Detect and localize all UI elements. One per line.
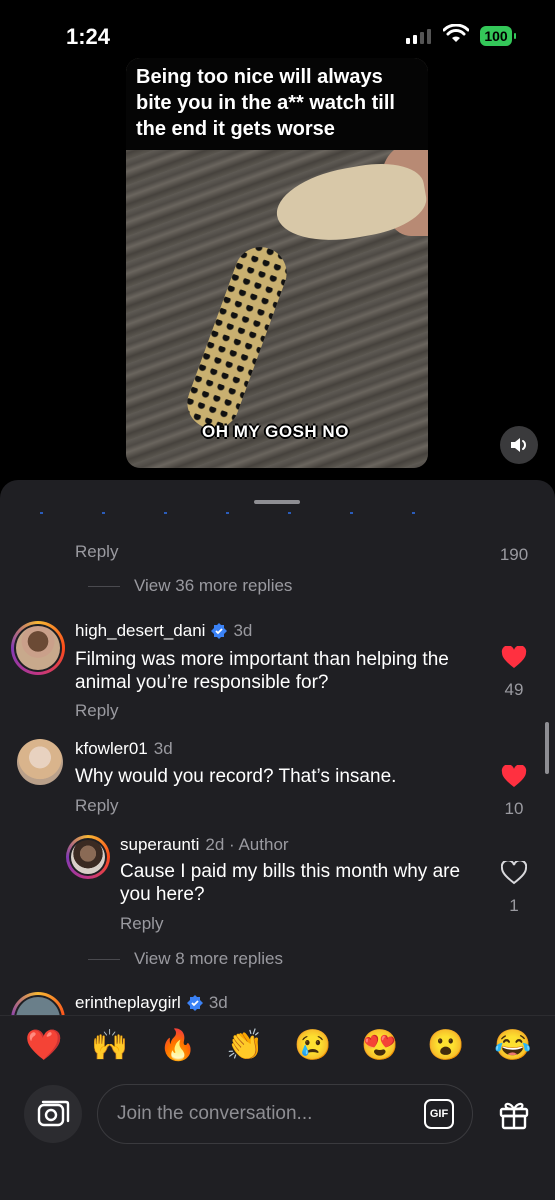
cellular-signal-icon xyxy=(406,29,431,44)
emoji-raised-hands-button[interactable]: 🙌 xyxy=(91,1028,128,1064)
emoji-quick-bar xyxy=(0,1015,555,1078)
avatar-image xyxy=(71,840,105,874)
comment-author[interactable]: high_desert_dani 3d xyxy=(75,621,252,641)
like-count: 190 xyxy=(499,545,529,564)
avatar-image xyxy=(16,626,60,670)
video-bottom-caption: OH MY GOSH NO xyxy=(202,422,349,441)
username: kfowler01 xyxy=(75,739,148,758)
reply-button[interactable]: Reply xyxy=(75,542,118,562)
like-count: 1 xyxy=(509,896,519,915)
comment-timestamp: 3d xyxy=(208,993,228,1012)
reply-button[interactable]: Reply xyxy=(75,796,118,816)
camera-icon xyxy=(37,1100,70,1127)
avatar[interactable] xyxy=(66,835,110,879)
like-count: 10 xyxy=(504,799,524,818)
comment-text: Filming was more important than helping … xyxy=(75,649,449,693)
view-more-replies-button[interactable]: View 36 more replies xyxy=(88,576,292,596)
reply-button[interactable]: Reply xyxy=(75,701,118,721)
verified-badge-icon xyxy=(211,623,228,639)
emoji-crying-button[interactable]: 😢 xyxy=(294,1028,331,1064)
verified-badge-icon xyxy=(186,995,203,1011)
battery-indicator: 100 xyxy=(480,26,516,46)
emoji-heart-button[interactable]: ❤️ xyxy=(25,1028,62,1064)
wifi-icon xyxy=(443,24,469,42)
divider xyxy=(88,958,120,960)
scrollbar[interactable] xyxy=(545,722,549,774)
gift-icon[interactable] xyxy=(498,1098,530,1130)
sheet-drag-handle[interactable] xyxy=(254,500,300,504)
camera-button[interactable] xyxy=(24,1085,82,1143)
heart-filled-icon[interactable] xyxy=(501,765,527,789)
comment-text: Why would you record? That’s insane. xyxy=(75,766,397,787)
avatar[interactable] xyxy=(11,621,65,675)
view-more-replies-button[interactable]: View 8 more replies xyxy=(88,949,283,969)
video-player[interactable]: Being too nice will always bite you in t… xyxy=(126,58,428,468)
comment-author[interactable]: erintheplaygirl 3d xyxy=(75,993,228,1013)
comment-author[interactable]: kfowler01 3d xyxy=(75,739,173,759)
divider xyxy=(88,585,120,587)
comment-author[interactable]: superaunti 2d · Author xyxy=(120,835,289,855)
sound-toggle-button[interactable] xyxy=(500,426,538,464)
emoji-clap-button[interactable]: 👏 xyxy=(226,1028,263,1064)
comment-input-placeholder: Join the conversation... xyxy=(117,1103,313,1124)
speaker-icon xyxy=(511,438,526,452)
emoji-surprised-button[interactable]: 😮 xyxy=(427,1028,464,1064)
username: superaunti xyxy=(120,835,200,854)
comment-timestamp: 3d xyxy=(233,621,253,640)
video-top-caption: Being too nice will always bite you in t… xyxy=(136,66,395,140)
previous-comment-edge xyxy=(40,512,440,514)
emoji-fire-button[interactable]: 🔥 xyxy=(159,1028,196,1064)
emoji-laughing-button[interactable]: 😂 xyxy=(494,1028,531,1064)
gif-button[interactable]: GIF xyxy=(424,1099,454,1129)
view-more-label: View 36 more replies xyxy=(134,576,293,595)
avatar[interactable] xyxy=(17,739,63,785)
clock: 1:24 xyxy=(66,24,111,49)
like-count: 49 xyxy=(504,680,524,699)
username: erintheplaygirl xyxy=(75,993,181,1012)
view-more-label: View 8 more replies xyxy=(134,949,283,968)
reply-button[interactable]: Reply xyxy=(120,914,163,934)
comment-timestamp: 2d · Author xyxy=(205,835,289,854)
heart-outline-icon[interactable] xyxy=(501,861,527,885)
comment-timestamp: 3d xyxy=(153,739,173,758)
username: high_desert_dani xyxy=(75,621,206,640)
emoji-heart-eyes-button[interactable]: 😍 xyxy=(361,1028,398,1064)
heart-filled-icon[interactable] xyxy=(501,646,527,670)
comment-text: Cause I paid my bills this month why are… xyxy=(120,861,461,905)
